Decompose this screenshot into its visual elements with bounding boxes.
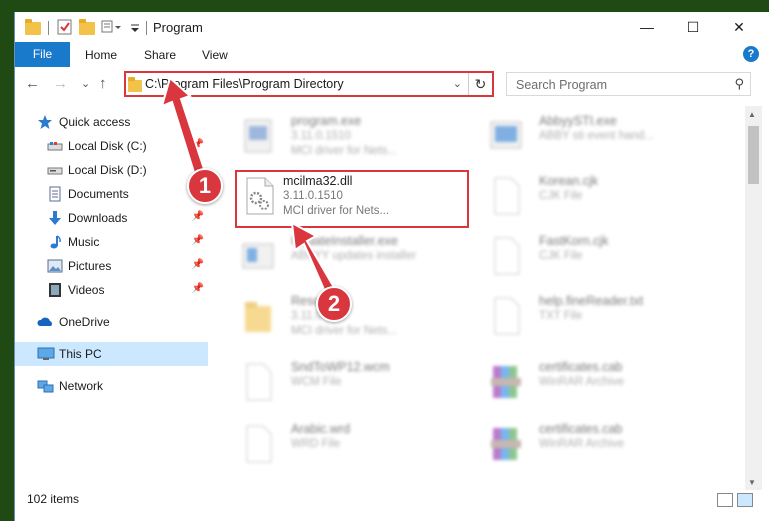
step-1-badge: 1 (187, 168, 223, 204)
step-2-badge: 2 (316, 286, 352, 322)
annotation-arrows (160, 76, 341, 305)
arrow-1 (160, 76, 209, 184)
